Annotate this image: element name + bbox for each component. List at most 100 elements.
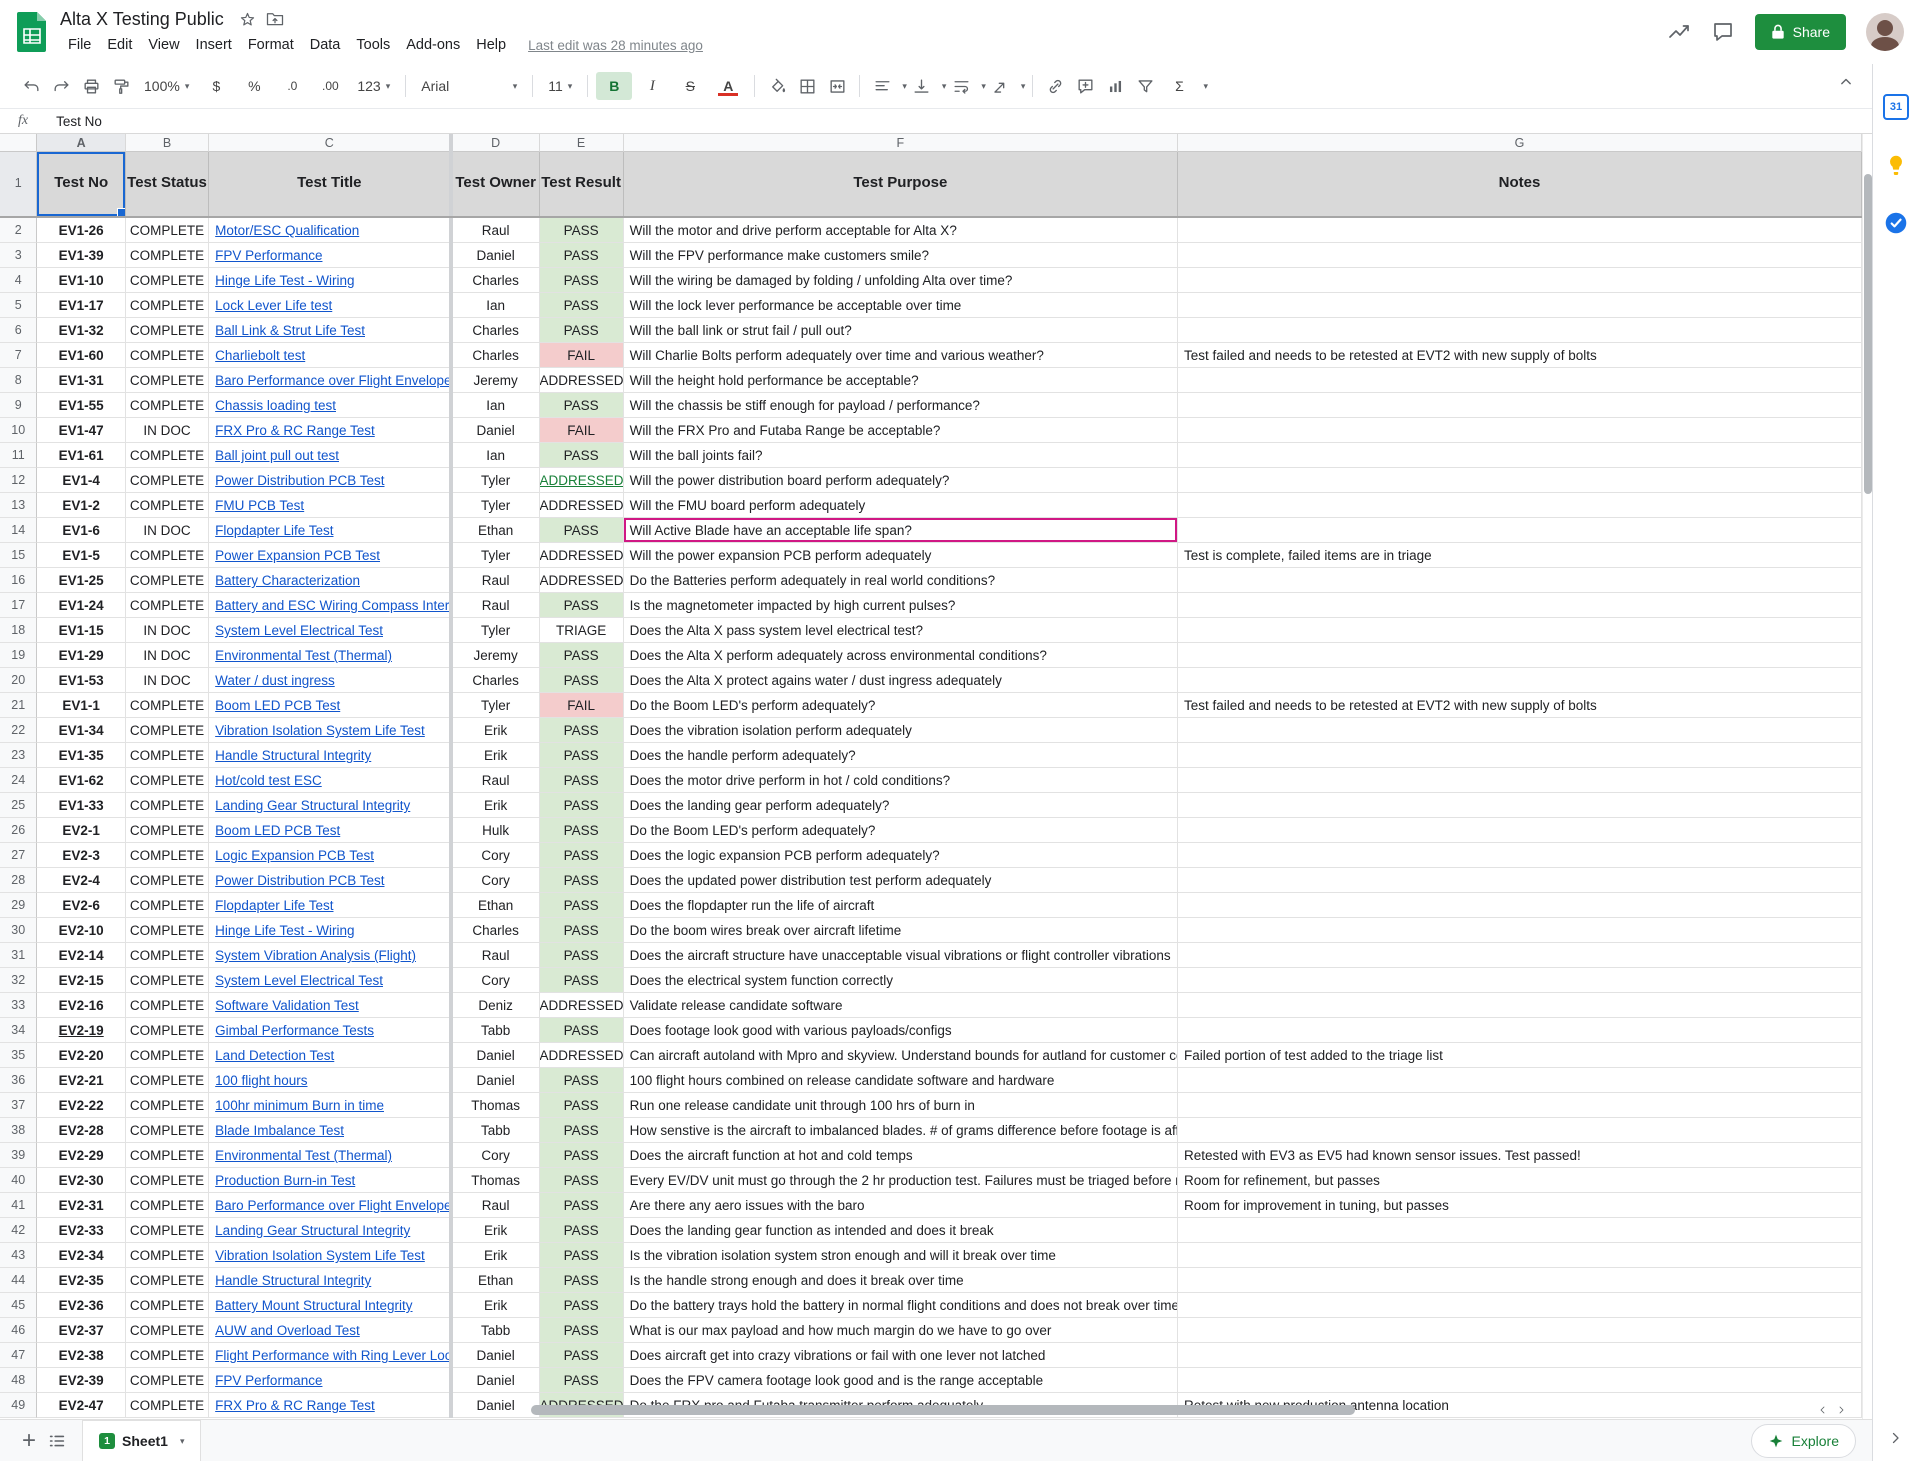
formula-input[interactable]: Test No bbox=[56, 114, 102, 129]
cell-test-owner[interactable]: Erik bbox=[453, 718, 540, 743]
cell-notes[interactable] bbox=[1178, 843, 1862, 868]
bold-button[interactable]: B bbox=[596, 72, 632, 100]
add-sheet-button[interactable]: + bbox=[22, 1422, 36, 1460]
cell-test-purpose[interactable]: Does the motor drive perform in hot / co… bbox=[624, 768, 1178, 793]
cell-notes[interactable] bbox=[1178, 268, 1862, 293]
test-title-link[interactable]: Baro Performance over Flight Envelope bbox=[215, 1198, 449, 1213]
cell-test-no[interactable]: EV1-32 bbox=[37, 318, 125, 343]
cell-notes[interactable]: Failed portion of test added to the tria… bbox=[1178, 1043, 1862, 1068]
cell-test-purpose[interactable]: Do the Batteries perform adequately in r… bbox=[624, 568, 1178, 593]
cell-notes[interactable] bbox=[1178, 368, 1862, 393]
row-number[interactable]: 42 bbox=[0, 1218, 37, 1243]
increase-decimal-button[interactable]: .00 bbox=[312, 72, 348, 100]
cell-test-owner[interactable]: Erik bbox=[453, 1218, 540, 1243]
cell-test-title[interactable]: Power Expansion PCB Test bbox=[209, 543, 449, 568]
row-number[interactable]: 17 bbox=[0, 593, 37, 618]
cell-test-title[interactable]: FPV Performance bbox=[209, 243, 449, 268]
menu-edit[interactable]: Edit bbox=[99, 35, 140, 55]
cell-notes[interactable] bbox=[1178, 1018, 1862, 1043]
cell-test-status[interactable]: IN DOC bbox=[126, 618, 209, 643]
cell-notes[interactable] bbox=[1178, 1343, 1862, 1368]
cell-test-result[interactable]: PASS bbox=[540, 1268, 624, 1293]
cell-test-status[interactable]: COMPLETE bbox=[126, 943, 209, 968]
cell-test-status[interactable]: COMPLETE bbox=[126, 1243, 209, 1268]
test-title-link[interactable]: AUW and Overload Test bbox=[215, 1323, 360, 1338]
print-icon[interactable] bbox=[77, 72, 105, 100]
cell-test-purpose[interactable]: Does the Alta X pass system level electr… bbox=[624, 618, 1178, 643]
cell-test-purpose[interactable]: Validate release candidate software bbox=[624, 993, 1178, 1018]
cell-test-result[interactable]: PASS bbox=[540, 1293, 624, 1318]
fill-handle[interactable] bbox=[117, 208, 126, 216]
row-number[interactable]: 29 bbox=[0, 893, 37, 918]
cell-test-no[interactable]: EV2-30 bbox=[37, 1168, 125, 1193]
cell-test-no[interactable]: EV1-33 bbox=[37, 793, 125, 818]
cell-notes[interactable] bbox=[1178, 468, 1862, 493]
cell-test-result[interactable]: PASS bbox=[540, 1068, 624, 1093]
cell-test-result[interactable]: PASS bbox=[540, 1368, 624, 1393]
cell-test-result[interactable]: PASS bbox=[540, 1343, 624, 1368]
cell-test-title[interactable]: Land Detection Test bbox=[209, 1043, 449, 1068]
keep-icon[interactable] bbox=[1883, 152, 1909, 178]
test-title-link[interactable]: Flopdapter Life Test bbox=[215, 523, 333, 538]
row-number[interactable]: 8 bbox=[0, 368, 37, 393]
cell-test-purpose[interactable]: Does the aircraft structure have unaccep… bbox=[624, 943, 1178, 968]
cell-notes[interactable] bbox=[1178, 618, 1862, 643]
cell-test-result[interactable]: PASS bbox=[540, 1318, 624, 1343]
insert-link-icon[interactable] bbox=[1041, 72, 1069, 100]
select-all-corner[interactable] bbox=[0, 134, 37, 152]
cell-test-no[interactable]: EV2-21 bbox=[37, 1068, 125, 1093]
cell-test-owner[interactable]: Daniel bbox=[453, 243, 540, 268]
cell-test-owner[interactable]: Erik bbox=[453, 1293, 540, 1318]
cell-test-owner[interactable]: Raul bbox=[453, 943, 540, 968]
cell-test-result[interactable]: PASS bbox=[540, 268, 624, 293]
cell-test-status[interactable]: COMPLETE bbox=[126, 1218, 209, 1243]
cell-test-no[interactable]: EV1-31 bbox=[37, 368, 125, 393]
cell-notes[interactable] bbox=[1178, 218, 1862, 243]
cell-test-status[interactable]: COMPLETE bbox=[126, 1018, 209, 1043]
test-title-link[interactable]: Environmental Test (Thermal) bbox=[215, 1148, 392, 1163]
cell-test-result[interactable]: FAIL bbox=[540, 343, 624, 368]
calendar-icon[interactable]: 31 bbox=[1883, 94, 1909, 120]
cell-notes[interactable] bbox=[1178, 968, 1862, 993]
cell-test-purpose[interactable]: Is the handle strong enough and does it … bbox=[624, 1268, 1178, 1293]
cell-test-purpose[interactable]: Does the handle perform adequately? bbox=[624, 743, 1178, 768]
row-number[interactable]: 30 bbox=[0, 918, 37, 943]
cell-test-result[interactable]: PASS bbox=[540, 893, 624, 918]
cell-test-no[interactable]: EV1-61 bbox=[37, 443, 125, 468]
cell-notes[interactable]: Test failed and needs to be retested at … bbox=[1178, 343, 1862, 368]
cell-test-title[interactable]: Boom LED PCB Test bbox=[209, 693, 449, 718]
cell-test-result[interactable]: PASS bbox=[540, 868, 624, 893]
test-title-link[interactable]: Ball joint pull out test bbox=[215, 448, 339, 463]
test-title-link[interactable]: Battery and ESC Wiring Compass Interefen… bbox=[215, 598, 449, 613]
cell-test-status[interactable]: COMPLETE bbox=[126, 218, 209, 243]
test-title-link[interactable]: FRX Pro & RC Range Test bbox=[215, 1398, 375, 1413]
cell-test-result[interactable]: FAIL bbox=[540, 418, 624, 443]
menu-insert[interactable]: Insert bbox=[188, 35, 240, 55]
cell-test-result[interactable]: PASS bbox=[540, 718, 624, 743]
cell-test-result[interactable]: PASS bbox=[540, 968, 624, 993]
test-title-link[interactable]: Boom LED PCB Test bbox=[215, 698, 340, 713]
row-number[interactable]: 48 bbox=[0, 1368, 37, 1393]
row-number[interactable]: 2 bbox=[0, 218, 37, 243]
cell-test-title[interactable]: Vibration Isolation System Life Test bbox=[209, 718, 449, 743]
test-title-link[interactable]: Vibration Isolation System Life Test bbox=[215, 723, 425, 738]
cell-test-title[interactable]: Hinge Life Test - Wiring bbox=[209, 268, 449, 293]
cell-test-status[interactable]: COMPLETE bbox=[126, 468, 209, 493]
cell-test-no[interactable]: EV2-29 bbox=[37, 1143, 125, 1168]
cell-test-status[interactable]: IN DOC bbox=[126, 668, 209, 693]
cell-test-purpose[interactable]: How senstive is the aircraft to imbalanc… bbox=[624, 1118, 1178, 1143]
cell-test-no[interactable]: EV1-29 bbox=[37, 643, 125, 668]
cell-test-no[interactable]: EV1-53 bbox=[37, 668, 125, 693]
cell-test-status[interactable]: COMPLETE bbox=[126, 993, 209, 1018]
cell-test-result[interactable]: PASS bbox=[540, 1193, 624, 1218]
cell-test-status[interactable]: COMPLETE bbox=[126, 918, 209, 943]
scroll-right-icon[interactable] bbox=[1833, 1402, 1849, 1418]
cell-test-no[interactable]: EV1-34 bbox=[37, 718, 125, 743]
test-title-link[interactable]: Logic Expansion PCB Test bbox=[215, 848, 374, 863]
cell-test-owner[interactable]: Thomas bbox=[453, 1093, 540, 1118]
cell-test-no[interactable]: EV1-15 bbox=[37, 618, 125, 643]
cell-test-result[interactable]: ADDRESSED bbox=[540, 993, 624, 1018]
cell-test-status[interactable]: COMPLETE bbox=[126, 768, 209, 793]
more-formats-button[interactable]: 123▾ bbox=[351, 72, 396, 100]
cell-test-owner[interactable]: Erik bbox=[453, 793, 540, 818]
